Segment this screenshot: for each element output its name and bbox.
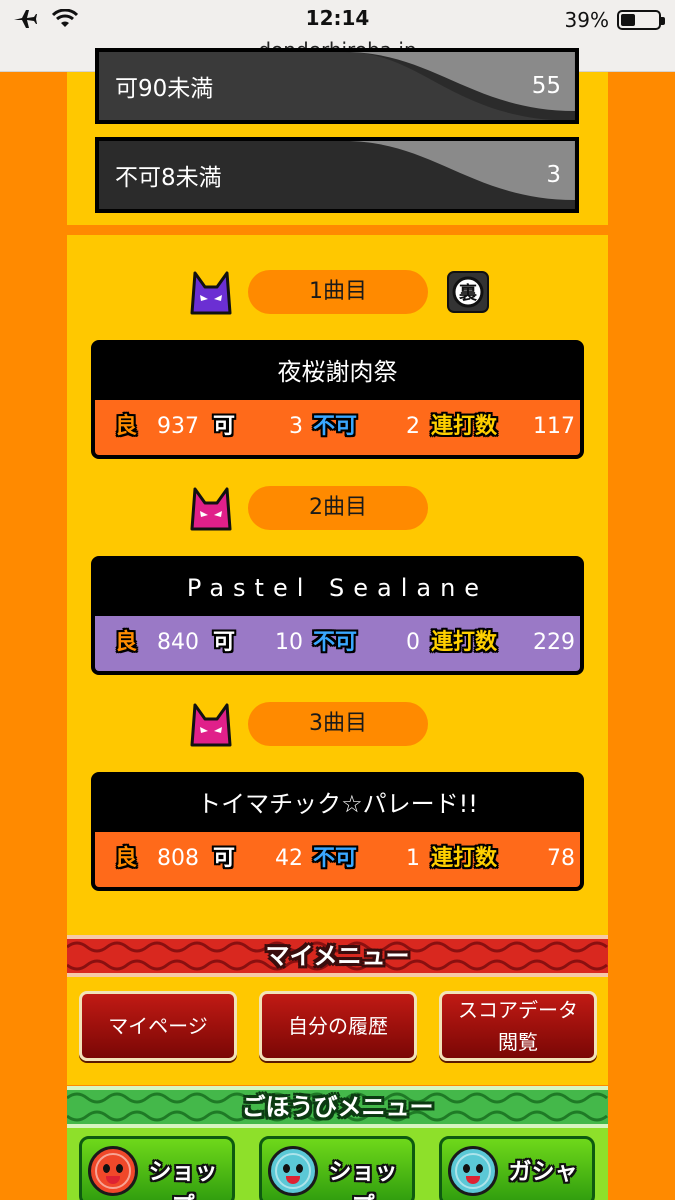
my-page-button[interactable]: マイページ [79,991,237,1061]
ka-coin-icon [448,1146,498,1196]
renda-label: 連打数 [431,414,498,439]
renda-count: 229 [533,630,575,655]
renda-label: 連打数 [431,846,498,871]
stat-card: 不可8未満 3 [95,137,579,213]
my-menu-title: マイメニュー [265,942,410,970]
ka-label: 可 [213,630,236,655]
renda-count: 117 [533,414,575,439]
ka-count: 42 [275,846,303,871]
stat-label: 可90未満 [115,76,214,102]
stat-card: 可90未満 55 [95,48,579,124]
ka-coin-icon [268,1146,318,1196]
song-title: Pastel Sealane [95,560,580,616]
score-row: 良 937 可 3 不可 2 連打数 117 [95,400,580,455]
fuka-label: 不可 [313,630,358,655]
song-header: 3曲目 [67,699,608,749]
fuka-count: 0 [406,630,420,655]
reward-menu-title: ごほうびメニュー [241,1093,434,1121]
song-result-card[interactable]: 夜桜謝肉祭 良 937 可 3 不可 2 連打数 117 [91,340,584,459]
fuka-count: 2 [406,414,420,439]
ryo-label: 良 [115,846,138,871]
ka-count: 3 [289,414,303,439]
fuka-count: 1 [406,846,420,871]
song-order-label: 1曲目 [248,270,428,314]
shop-label: ショップ [328,1159,398,1200]
song-order-label: 2曲目 [248,486,428,530]
history-label: 自分の履歴 [288,1014,388,1038]
score-data-button[interactable]: スコアデータ 閲覧 [439,991,597,1061]
my-menu-banner: マイメニュー [67,935,608,977]
coin-eye [463,1164,470,1173]
stat-label: 不可8未満 [115,165,222,191]
my-menu-area: マイページ 自分の履歴 スコアデータ 閲覧 [67,977,608,1085]
score-data-label: スコアデータ 閲覧 [458,998,578,1054]
score-row: 良 840 可 10 不可 0 連打数 229 [95,616,580,671]
renda-label: 連打数 [431,630,498,655]
stat-value: 55 [531,73,561,99]
ka-label: 可 [213,414,236,439]
ryo-label: 良 [115,630,138,655]
oni-pink-icon [190,487,232,531]
ura-icon: 裏 [447,271,489,313]
ura-label: 裏 [458,282,478,304]
battery-fill [621,14,635,26]
coin-eye [283,1164,290,1173]
my-page-label: マイページ [108,1014,208,1038]
battery-icon [617,10,665,30]
gacha-button[interactable]: ガシャ [439,1136,595,1200]
shop-don-button[interactable]: ショップ [79,1136,235,1200]
battery-nub [661,17,665,25]
coin-eye [476,1164,483,1173]
ryo-count: 937 [157,414,199,439]
stats-panel: 可90未満 55 不可8未満 3 [67,48,608,225]
history-button[interactable]: 自分の履歴 [259,991,417,1061]
song-result-card[interactable]: Pastel Sealane 良 840 可 10 不可 0 連打数 229 [91,556,584,675]
song-header: 2曲目 [67,483,608,533]
score-row: 良 808 可 42 不可 1 連打数 78 [95,832,580,887]
shop-label: ショップ [148,1159,218,1200]
ryo-label: 良 [115,414,138,439]
song-title: トイマチック☆パレード!! [95,776,580,832]
ka-label: 可 [213,846,236,871]
ryo-count: 808 [157,846,199,871]
fuka-label: 不可 [313,846,358,871]
fuka-label: 不可 [313,414,358,439]
shop-ka-button[interactable]: ショップ [259,1136,415,1200]
oni-pink-icon [190,703,232,747]
coin-eye [116,1164,123,1173]
song-title: 夜桜謝肉祭 [95,344,580,400]
song-result-card[interactable]: トイマチック☆パレード!! 良 808 可 42 不可 1 連打数 78 [91,772,584,891]
coin-eye [296,1164,303,1173]
battery-percent: 39% [564,8,609,32]
song-order-label: 3曲目 [248,702,428,746]
status-right: 39% [564,8,665,32]
stat-value: 3 [546,162,561,188]
gacha-label: ガシャ [508,1159,578,1185]
songs-panel: 1曲目 裏 夜桜謝肉祭 良 937 可 3 不可 2 連打数 117 2曲目 P… [67,235,608,935]
reward-menu-banner: ごほうびメニュー [67,1086,608,1128]
ka-count: 10 [275,630,303,655]
reward-menu-area: ショップ ショップ ガシャ [67,1128,608,1200]
don-coin-icon [88,1146,138,1196]
oni-purple-icon [190,271,232,315]
ryo-count: 840 [157,630,199,655]
renda-count: 78 [547,846,575,871]
song-header: 1曲目 裏 [67,267,608,317]
coin-eye [103,1164,110,1173]
